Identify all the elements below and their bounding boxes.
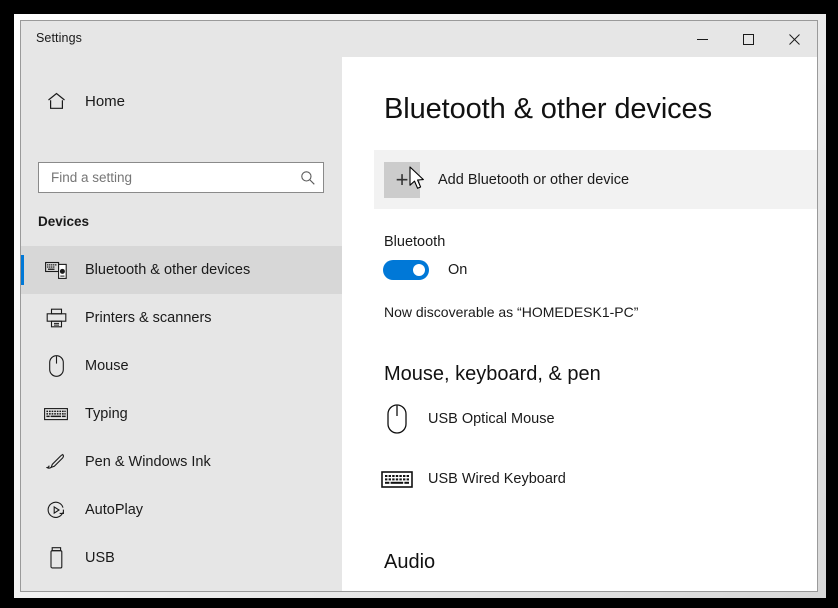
device-text: USB Optical Mouse bbox=[428, 410, 555, 428]
add-device-label: Add Bluetooth or other device bbox=[438, 172, 629, 188]
sidebar-item-label: USB bbox=[85, 550, 115, 566]
minimize-button[interactable] bbox=[679, 21, 725, 57]
settings-window: Settings bbox=[20, 20, 818, 592]
autoplay-icon bbox=[39, 500, 73, 520]
device-list-item[interactable]: USB Wired Keyboard bbox=[378, 457, 566, 501]
section-heading-audio: Audio bbox=[384, 551, 435, 574]
close-icon bbox=[789, 34, 800, 45]
minimize-icon bbox=[697, 34, 708, 45]
sidebar-item-printers-scanners[interactable]: Printers & scanners bbox=[21, 294, 342, 342]
keyboard-icon bbox=[39, 406, 73, 422]
pen-icon bbox=[39, 452, 73, 472]
sidebar-item-autoplay[interactable]: AutoPlay bbox=[21, 486, 342, 534]
mouse-icon bbox=[39, 355, 73, 377]
sidebar-item-label: Mouse bbox=[85, 358, 129, 374]
bluetooth-toggle-row: On bbox=[383, 260, 467, 280]
mouse-icon bbox=[378, 397, 416, 441]
sidebar-item-mouse[interactable]: Mouse bbox=[21, 342, 342, 390]
sidebar-item-label: Typing bbox=[85, 406, 128, 422]
page-title: Bluetooth & other devices bbox=[384, 93, 712, 126]
usb-icon bbox=[39, 547, 73, 569]
search-icon[interactable] bbox=[293, 170, 323, 186]
home-label: Home bbox=[85, 93, 125, 110]
search-input[interactable] bbox=[39, 163, 293, 192]
device-name: USB Wired Keyboard bbox=[428, 470, 566, 488]
sidebar-item-home[interactable]: Home bbox=[21, 83, 342, 119]
sidebar-item-usb[interactable]: USB bbox=[21, 534, 342, 582]
sidebar-item-typing[interactable]: Typing bbox=[21, 390, 342, 438]
sidebar-item-label: Printers & scanners bbox=[85, 310, 212, 326]
sidebar-item-label: AutoPlay bbox=[85, 502, 143, 518]
toggle-knob bbox=[413, 264, 425, 276]
bluetooth-devices-icon bbox=[39, 260, 73, 280]
device-text: USB Wired Keyboard bbox=[428, 470, 566, 488]
sidebar-nav-list: Bluetooth & other devices Printers & sca… bbox=[21, 246, 342, 582]
sidebar-item-bluetooth-other-devices[interactable]: Bluetooth & other devices bbox=[21, 246, 342, 294]
section-heading-mouse-keyboard-pen: Mouse, keyboard, & pen bbox=[384, 363, 601, 386]
sidebar-item-label: Pen & Windows Ink bbox=[85, 454, 211, 470]
sidebar: Home Devices bbox=[21, 57, 342, 591]
title-bar[interactable]: Settings bbox=[21, 21, 817, 57]
bluetooth-toggle[interactable] bbox=[383, 260, 429, 280]
bluetooth-label: Bluetooth bbox=[384, 234, 445, 250]
plus-icon: + bbox=[384, 162, 420, 198]
desktop-backdrop: Settings bbox=[0, 0, 838, 608]
printer-icon bbox=[39, 308, 73, 328]
sidebar-group-title: Devices bbox=[38, 214, 89, 229]
keyboard-icon bbox=[378, 457, 416, 501]
sidebar-item-pen-windows-ink[interactable]: Pen & Windows Ink bbox=[21, 438, 342, 486]
bluetooth-toggle-state: On bbox=[448, 262, 467, 278]
close-button[interactable] bbox=[771, 21, 817, 57]
device-name: USB Optical Mouse bbox=[428, 410, 555, 428]
add-bluetooth-device-button[interactable]: + Add Bluetooth or other device bbox=[374, 150, 817, 209]
home-icon bbox=[37, 92, 75, 110]
maximize-button[interactable] bbox=[725, 21, 771, 57]
window-title: Settings bbox=[36, 31, 82, 45]
maximize-icon bbox=[743, 34, 754, 45]
device-list-item[interactable]: USB Optical Mouse bbox=[378, 397, 555, 441]
discoverable-status: Now discoverable as “HOMEDESK1-PC” bbox=[384, 304, 638, 320]
search-box[interactable] bbox=[38, 162, 324, 193]
sidebar-item-label: Bluetooth & other devices bbox=[85, 262, 250, 278]
window-controls bbox=[679, 21, 817, 57]
content-area: Bluetooth & other devices + Add Bluetoot… bbox=[342, 57, 817, 591]
